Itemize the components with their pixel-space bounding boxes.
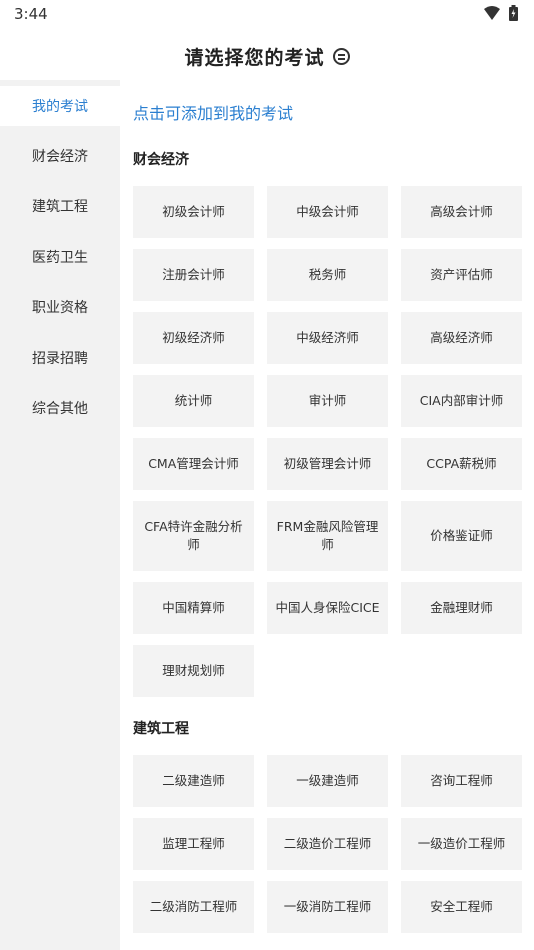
exam-tile[interactable]: 中国人身保险CICE: [267, 582, 388, 634]
exam-tile[interactable]: 资产评估师: [401, 249, 522, 301]
exam-tile[interactable]: 中级会计师: [267, 186, 388, 238]
exam-tile[interactable]: 初级会计师: [133, 186, 254, 238]
battery-charging-icon: [509, 5, 518, 21]
exam-tile[interactable]: 二级造价工程师: [267, 818, 388, 870]
wifi-icon: [484, 6, 500, 20]
exam-tile[interactable]: 税务师: [267, 249, 388, 301]
exam-tile[interactable]: CFA特许金融分析师: [133, 501, 254, 571]
exam-tile[interactable]: FRM金融风险管理师: [267, 501, 388, 571]
exam-tile[interactable]: CCPA薪税师: [401, 438, 522, 490]
add-hint: 点击可添加到我的考试: [133, 104, 294, 123]
exam-tile[interactable]: 一级建造师: [267, 755, 388, 807]
exam-tile[interactable]: 初级经济师: [133, 312, 254, 364]
sidebar-item-recruitment[interactable]: 招录招聘: [0, 338, 120, 378]
section-title-finance: 财会经济: [133, 152, 189, 168]
exam-tile[interactable]: 理财规划师: [133, 645, 254, 697]
exam-tile[interactable]: 中级经济师: [267, 312, 388, 364]
exam-tile[interactable]: 初级管理会计师: [267, 438, 388, 490]
exam-tile[interactable]: 注册会计师: [133, 249, 254, 301]
exam-tile[interactable]: 中国精算师: [133, 582, 254, 634]
exam-tile[interactable]: 价格鉴证师: [401, 501, 522, 571]
exam-tile[interactable]: 一级造价工程师: [401, 818, 522, 870]
exam-content: 点击可添加到我的考试 财会经济 初级会计师 中级会计师 高级会计师 注册会计师 …: [120, 80, 534, 950]
exam-tile[interactable]: 审计师: [267, 375, 388, 427]
page-title: 请选择您的考试: [184, 46, 325, 69]
exam-grid-construction: 二级建造师 一级建造师 咨询工程师 监理工程师 二级造价工程师 一级造价工程师 …: [133, 755, 522, 933]
exam-tile[interactable]: 二级消防工程师: [133, 881, 254, 933]
category-sidebar: 我的考试 财会经济 建筑工程 医药卫生 职业资格 招录招聘 综合其他: [0, 80, 120, 950]
sidebar-item-my-exams[interactable]: 我的考试: [0, 86, 120, 126]
status-bar: 3:44: [0, 0, 534, 30]
sidebar-item-finance[interactable]: 财会经济: [0, 136, 120, 176]
exam-tile[interactable]: 统计师: [133, 375, 254, 427]
sidebar-item-medical[interactable]: 医药卫生: [0, 237, 120, 277]
exam-grid-finance: 初级会计师 中级会计师 高级会计师 注册会计师 税务师 资产评估师 初级经济师 …: [133, 186, 522, 697]
exam-tile[interactable]: CIA内部审计师: [401, 375, 522, 427]
exam-tile[interactable]: CMA管理会计师: [133, 438, 254, 490]
exam-tile[interactable]: 高级经济师: [401, 312, 522, 364]
exam-tile[interactable]: 金融理财师: [401, 582, 522, 634]
exam-tile[interactable]: 高级会计师: [401, 186, 522, 238]
exam-tile[interactable]: 安全工程师: [401, 881, 522, 933]
exam-tile[interactable]: 一级消防工程师: [267, 881, 388, 933]
sidebar-item-other[interactable]: 综合其他: [0, 388, 120, 428]
section-title-construction: 建筑工程: [133, 721, 189, 737]
menu-circle-icon[interactable]: [332, 47, 350, 65]
sidebar-item-professional[interactable]: 职业资格: [0, 287, 120, 327]
status-time: 3:44: [14, 5, 48, 23]
header: 请选择您的考试: [0, 38, 534, 74]
exam-tile[interactable]: 二级建造师: [133, 755, 254, 807]
sidebar-item-construction[interactable]: 建筑工程: [0, 186, 120, 226]
exam-tile[interactable]: 咨询工程师: [401, 755, 522, 807]
exam-tile[interactable]: 监理工程师: [133, 818, 254, 870]
